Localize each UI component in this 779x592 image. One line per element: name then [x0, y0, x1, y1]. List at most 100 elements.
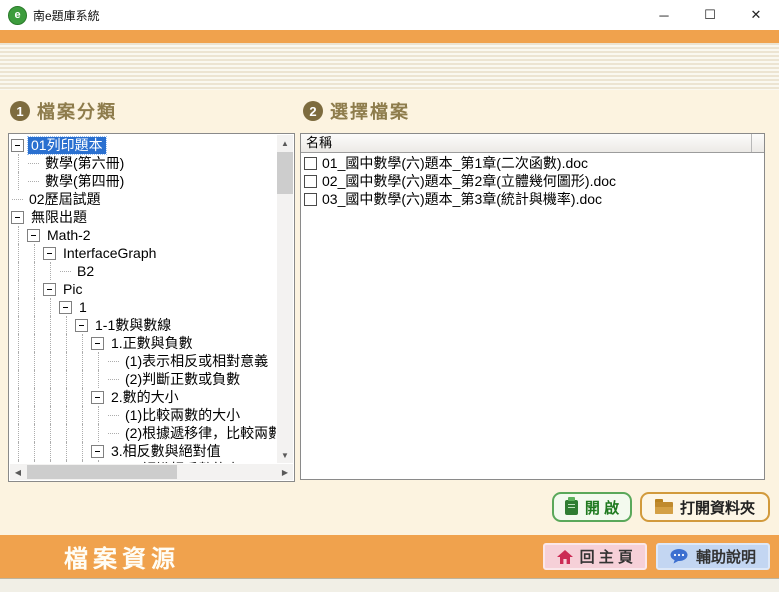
scroll-left-icon[interactable]: ◀ [10, 464, 26, 480]
home-button-label: 回 主 頁 [580, 546, 633, 567]
tree-guide [74, 334, 90, 352]
tree-item-label: 無限出題 [28, 209, 90, 226]
tree-item-label: (2)判斷正數或負數 [122, 371, 243, 388]
tree-guide [10, 154, 26, 172]
tree-guide [10, 370, 26, 388]
tree-guide [58, 388, 74, 406]
window-title: 南e題庫系統 [33, 7, 100, 24]
scroll-up-icon[interactable]: ▲ [277, 135, 293, 151]
orange-accent-bar [0, 30, 779, 43]
open-button[interactable]: 開 啟 [552, 492, 632, 522]
tree-item[interactable]: (2)根據遞移律，比較兩數 [10, 424, 276, 442]
tree-horizontal-scrollbar[interactable]: ◀ ▶ [10, 464, 293, 480]
tree-guide [42, 262, 58, 280]
file-checkbox[interactable] [304, 157, 317, 170]
tree-item-label: 02歷屆試題 [26, 191, 104, 208]
help-button-label: 輔助說明 [696, 546, 756, 567]
collapse-icon[interactable] [75, 319, 88, 332]
collapse-icon[interactable] [59, 301, 72, 314]
home-button[interactable]: 回 主 頁 [543, 543, 647, 570]
folder-icon [655, 502, 673, 514]
scroll-right-icon[interactable]: ▶ [277, 464, 293, 480]
section-title: 選擇檔案 [330, 98, 410, 124]
help-button[interactable]: 輔助說明 [656, 543, 770, 570]
tree-item[interactable]: 02歷屆試題 [10, 190, 276, 208]
tree-item[interactable]: (2)判斷正數或負數 [10, 370, 276, 388]
file-checkbox[interactable] [304, 175, 317, 188]
open-document-icon [565, 500, 578, 515]
file-row[interactable]: 01_國中數學(六)題本_第1章(二次函數).doc [301, 154, 764, 172]
tree-item[interactable]: 數學(第六冊) [10, 154, 276, 172]
tree-guide [26, 352, 42, 370]
tree-guide [10, 316, 26, 334]
tree-guide [26, 316, 42, 334]
scroll-down-icon[interactable]: ▼ [277, 447, 293, 463]
tree-guide [26, 334, 42, 352]
tree-item-label: 1 [76, 299, 90, 316]
collapse-icon[interactable] [43, 283, 56, 296]
horizontal-scroll-thumb[interactable] [27, 465, 177, 479]
tree-item[interactable]: 1.正數與負數 [10, 334, 276, 352]
tree-guide [10, 424, 26, 442]
file-name: 02_國中數學(六)題本_第2章(立體幾何圖形).doc [322, 171, 616, 191]
tree-guide [10, 406, 26, 424]
tree-item[interactable]: Math-2 [10, 226, 276, 244]
speech-bubble-icon [670, 549, 689, 564]
collapse-icon[interactable] [91, 337, 104, 350]
tree-item[interactable]: 數學(第四冊) [10, 172, 276, 190]
tree-item[interactable]: 1 [10, 298, 276, 316]
tree-guide [42, 388, 58, 406]
tree-item-label: InterfaceGraph [60, 245, 159, 262]
tree-guide [10, 280, 26, 298]
tree-item[interactable]: (1)比較兩數的大小 [10, 406, 276, 424]
open-folder-button[interactable]: 打開資料夾 [640, 492, 770, 522]
tree-item-label: (1)表示相反或相對意義 [122, 353, 271, 370]
collapse-icon[interactable] [11, 139, 24, 152]
file-checkbox[interactable] [304, 193, 317, 206]
tree-connector [106, 352, 122, 370]
file-row[interactable]: 03_國中數學(六)題本_第3章(統計與機率).doc [301, 190, 764, 208]
section-header-file-category: 1 檔案分類 [10, 98, 117, 124]
close-button[interactable]: ✕ [733, 0, 779, 30]
minimize-button[interactable]: ─ [641, 0, 687, 30]
tree-connector [106, 370, 122, 388]
tree-item[interactable]: (1)表示相反或相對意義 [10, 352, 276, 370]
tree-guide [74, 388, 90, 406]
tree-guide [42, 370, 58, 388]
tree-item[interactable]: 2.數的大小 [10, 388, 276, 406]
file-name: 01_國中數學(六)題本_第1章(二次函數).doc [322, 153, 588, 173]
tree-item[interactable]: 1-1數與數線 [10, 316, 276, 334]
tree-item[interactable]: 3.相反數與絕對值 [10, 442, 276, 460]
collapse-icon[interactable] [43, 247, 56, 260]
maximize-button[interactable]: ☐ [687, 0, 733, 30]
tree-guide [26, 460, 42, 463]
tree-item[interactable]: (1)認識相反數的表示 [10, 460, 276, 463]
tree-guide [90, 424, 106, 442]
column-header-name[interactable]: 名稱 [301, 134, 752, 152]
tree-guide [26, 388, 42, 406]
tree-guide [26, 298, 42, 316]
collapse-icon[interactable] [91, 391, 104, 404]
collapse-icon[interactable] [27, 229, 40, 242]
tree-item[interactable]: Pic [10, 280, 276, 298]
column-header-extra[interactable] [752, 134, 764, 152]
tree-item[interactable]: 01列印題本 [10, 136, 276, 154]
vertical-scroll-thumb[interactable] [277, 152, 293, 194]
tree-guide [58, 316, 74, 334]
file-row[interactable]: 02_國中數學(六)題本_第2章(立體幾何圖形).doc [301, 172, 764, 190]
tree-item-label: 1.正數與負數 [108, 335, 196, 352]
tree-guide [10, 226, 26, 244]
striped-banner [0, 43, 779, 90]
list-header: 名稱 [301, 134, 764, 153]
section-title: 檔案分類 [37, 98, 117, 124]
tree-item[interactable]: InterfaceGraph [10, 244, 276, 262]
tree-item-label: B2 [74, 263, 97, 280]
step-1-badge: 1 [10, 101, 30, 121]
collapse-icon[interactable] [11, 211, 24, 224]
tree-item[interactable]: 無限出題 [10, 208, 276, 226]
main-area: 1 檔案分類 2 選擇檔案 01列印題本數學(第六冊)數學(第四冊)02歷屆試題… [0, 90, 779, 535]
title-bar: e 南e題庫系統 ─ ☐ ✕ [0, 0, 779, 30]
tree-item[interactable]: B2 [10, 262, 276, 280]
tree-vertical-scrollbar[interactable]: ▲ ▼ [277, 135, 293, 463]
collapse-icon[interactable] [91, 445, 104, 458]
